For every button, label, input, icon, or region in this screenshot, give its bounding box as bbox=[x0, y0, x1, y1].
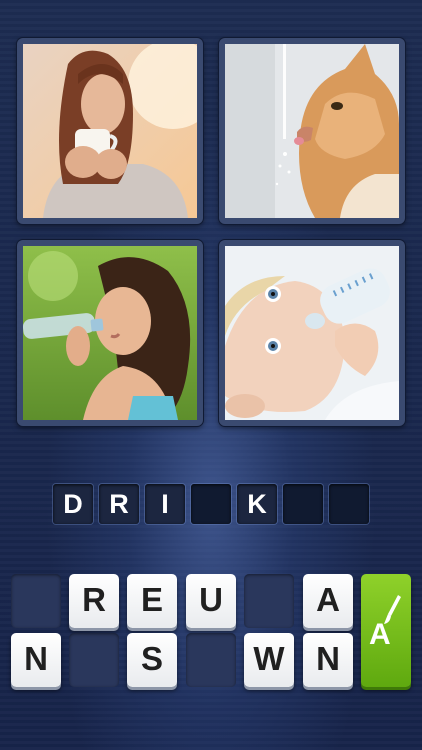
answer-slot-7[interactable] bbox=[329, 484, 369, 524]
answer-slot-6[interactable] bbox=[283, 484, 323, 524]
letter-key[interactable]: A bbox=[303, 574, 353, 628]
answer-slot-3[interactable]: I bbox=[145, 484, 185, 524]
letter-key-empty bbox=[244, 574, 294, 628]
letter-key[interactable]: W bbox=[244, 633, 294, 687]
answer-slot-4[interactable] bbox=[191, 484, 231, 524]
picture-tile-3[interactable] bbox=[17, 240, 203, 426]
letter-key[interactable]: S bbox=[127, 633, 177, 687]
letter-key[interactable]: N bbox=[303, 633, 353, 687]
letter-key-empty bbox=[11, 574, 61, 628]
cat-drinking-water-image bbox=[225, 44, 399, 218]
hint-button[interactable]: A bbox=[361, 574, 411, 687]
baby-drinking-bottle-image bbox=[225, 246, 399, 420]
letter-key[interactable]: E bbox=[127, 574, 177, 628]
letter-key[interactable]: N bbox=[11, 633, 61, 687]
letter-key[interactable]: R bbox=[69, 574, 119, 628]
picture-tile-1[interactable] bbox=[17, 38, 203, 224]
picture-tile-4[interactable] bbox=[219, 240, 405, 426]
woman-drinking-bottled-water-image bbox=[23, 246, 197, 420]
hint-letter: A bbox=[369, 618, 391, 651]
picture-tile-2[interactable] bbox=[219, 38, 405, 224]
letter-key[interactable]: U bbox=[186, 574, 236, 628]
woman-drinking-coffee-image bbox=[23, 44, 197, 218]
letter-key-empty bbox=[69, 633, 119, 687]
answer-slot-2[interactable]: R bbox=[99, 484, 139, 524]
letter-key-empty bbox=[186, 633, 236, 687]
answer-slot-5[interactable]: K bbox=[237, 484, 277, 524]
answer-slot-1[interactable]: D bbox=[53, 484, 93, 524]
